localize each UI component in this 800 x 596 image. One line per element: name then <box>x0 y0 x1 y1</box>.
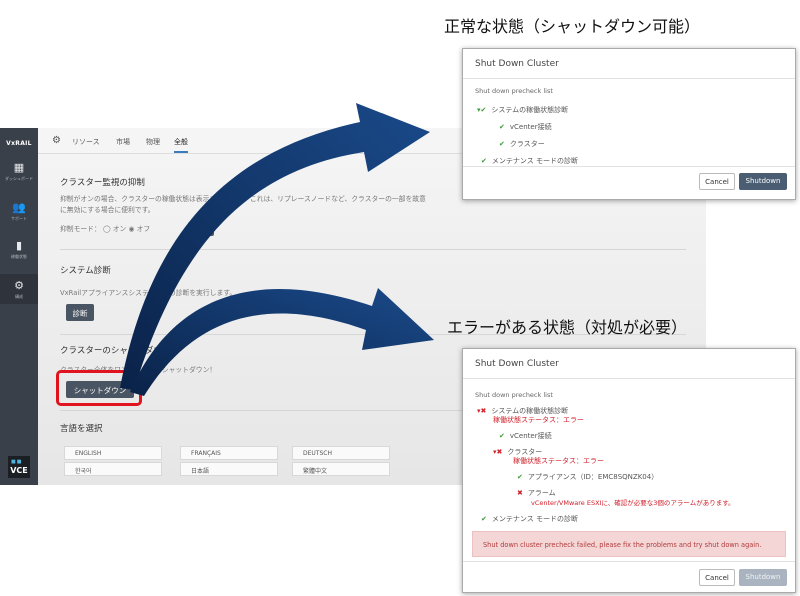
check-vcenter: ✔ vCenter接続 <box>499 431 552 441</box>
shutdown-dialog-ok: Shut Down Cluster Shut down precheck lis… <box>462 48 796 200</box>
check-maintenance: ✔ メンテナンス モードの診断 <box>481 156 578 166</box>
error-x-icon: ✖ <box>517 489 523 497</box>
dialog-separator <box>463 561 795 562</box>
check-label: アプライアンス（ID：EMC8SQNZK04） <box>527 473 659 481</box>
check-label: クラスター <box>507 448 543 456</box>
check-icon: ✔ <box>481 515 487 523</box>
alarm-detail: vCenter/VMware ESXIに、確認が必要な3個のアラームがあります。 <box>531 499 735 507</box>
precheck-label: Shut down precheck list <box>475 391 553 399</box>
check-vcenter: ✔ vCenter接続 <box>499 122 552 132</box>
dialog-separator <box>463 78 795 79</box>
check-label: vCenter接続 <box>509 123 552 131</box>
check-label: システムの稼働状態診断 <box>491 407 569 415</box>
check-icon: ✔ <box>499 140 505 148</box>
check-icon: ✔ <box>499 123 505 131</box>
check-icon: ▾✔ <box>477 106 487 114</box>
check-label: メンテナンス モードの診断 <box>491 157 578 165</box>
cluster-status: 稼働状態ステータス：エラー <box>513 457 604 465</box>
check-label: クラスター <box>509 140 545 148</box>
shutdown-confirm-button[interactable]: Shutdown <box>739 173 787 190</box>
check-maintenance: ✔ メンテナンス モードの診断 <box>481 514 578 524</box>
check-label: メンテナンス モードの診断 <box>491 515 578 523</box>
error-x-icon: ▾✖ <box>493 448 503 456</box>
cancel-button[interactable]: Cancel <box>699 173 735 190</box>
check-label: アラーム <box>527 489 556 497</box>
check-system-health: ▾✔ システムの稼働状態診断 <box>477 105 568 115</box>
check-label: vCenter接続 <box>509 432 552 440</box>
dialog-title: Shut Down Cluster <box>475 359 559 369</box>
shutdown-confirm-button[interactable]: Shutdown <box>739 569 787 586</box>
heading-normal: 正常な状態（シャットダウン可能） <box>444 17 701 36</box>
check-icon: ✔ <box>481 157 487 165</box>
dialog-title: Shut Down Cluster <box>475 59 559 69</box>
shutdown-dialog-error: Shut Down Cluster Shut down precheck lis… <box>462 348 796 593</box>
cancel-button[interactable]: Cancel <box>699 569 735 586</box>
heading-error: エラーがある状態（対処が必要） <box>447 318 688 337</box>
system-health-status: 稼働状態ステータス：エラー <box>493 416 584 424</box>
precheck-label: Shut down precheck list <box>475 87 553 95</box>
dialog-separator <box>463 378 795 379</box>
precheck-failed-alert: Shut down cluster precheck failed, pleas… <box>472 531 786 557</box>
arrow-to-error <box>130 288 434 396</box>
check-label: システムの稼働状態診断 <box>491 106 569 114</box>
check-cluster: ✔ クラスター <box>499 139 545 149</box>
check-appliance: ✔ アプライアンス（ID：EMC8SQNZK04） <box>517 472 658 482</box>
check-icon: ✔ <box>499 432 505 440</box>
error-x-icon: ▾✖ <box>477 407 487 415</box>
dialog-separator <box>463 166 795 167</box>
check-icon: ✔ <box>517 473 523 481</box>
